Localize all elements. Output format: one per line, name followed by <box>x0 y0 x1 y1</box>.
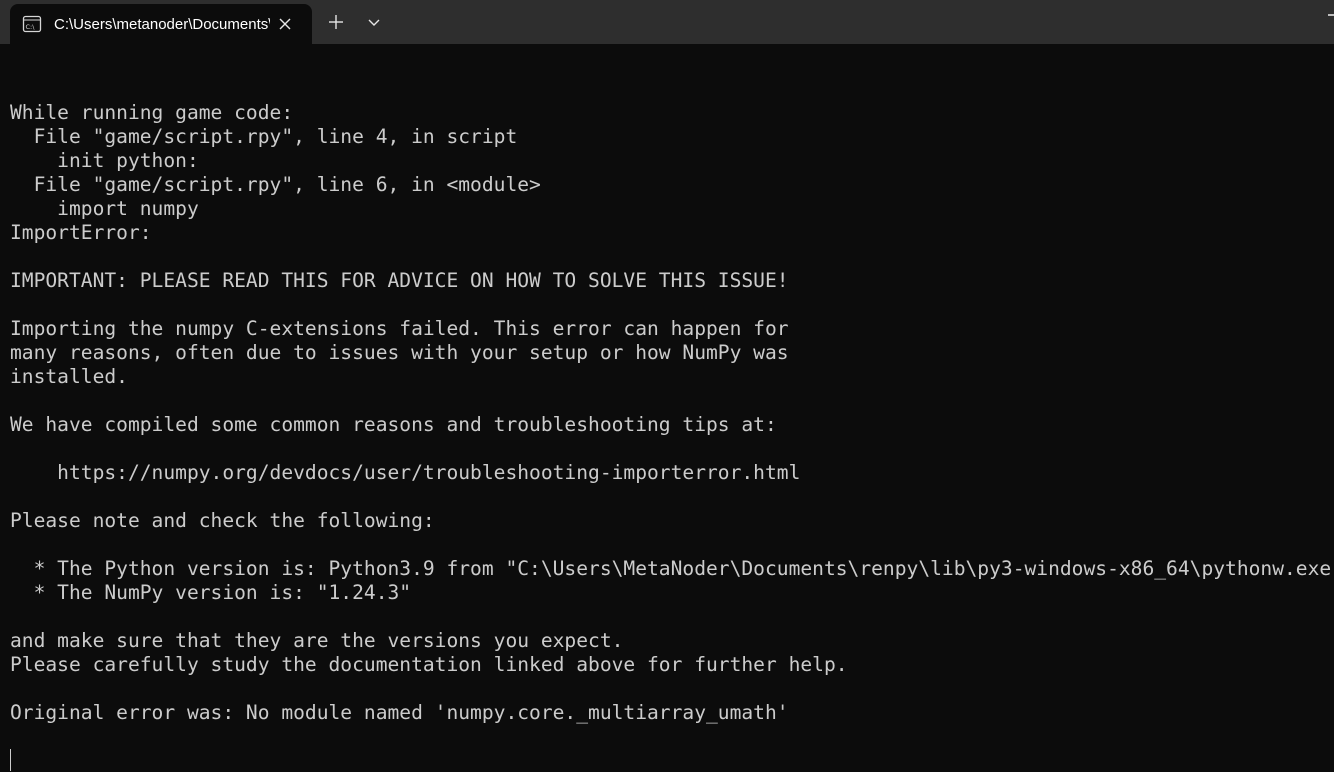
terminal-line: * The Python version is: Python3.9 from … <box>10 557 1334 580</box>
terminal-line: File "game/script.rpy", line 6, in <modu… <box>10 173 541 196</box>
chevron-down-icon[interactable] <box>360 8 388 36</box>
plus-icon[interactable] <box>322 8 350 36</box>
terminal-line: import numpy <box>10 197 199 220</box>
terminal-output-area[interactable]: While running game code: File "game/scri… <box>0 44 1334 772</box>
terminal-line: We have compiled some common reasons and… <box>10 413 777 436</box>
terminal-line: File "game/script.rpy", line 4, in scrip… <box>10 125 518 148</box>
terminal-tab[interactable]: C:\ C:\Users\metanoder\Documents\renpy <box>10 4 312 44</box>
text-cursor <box>10 749 11 771</box>
close-icon[interactable] <box>274 13 296 35</box>
terminal-line: While running game code: <box>10 101 294 124</box>
terminal-line: ImportError: <box>10 221 152 244</box>
svg-text:C:\: C:\ <box>26 23 36 31</box>
terminal-line: many reasons, often due to issues with y… <box>10 341 789 364</box>
terminal-line: and make sure that they are the versions… <box>10 629 624 652</box>
terminal-output: While running game code: File "game/scri… <box>10 101 1334 725</box>
command-prompt-icon: C:\ <box>22 14 42 34</box>
terminal-line: Please carefully study the documentation… <box>10 653 848 676</box>
terminal-line: Original error was: No module named 'num… <box>10 701 789 724</box>
tab-strip: C:\ C:\Users\metanoder\Documents\renpy <box>0 0 1334 44</box>
terminal-line: Please note and check the following: <box>10 509 435 532</box>
terminal-line: https://numpy.org/devdocs/user/troublesh… <box>10 461 801 484</box>
terminal-line: installed. <box>10 365 128 388</box>
terminal-line: * The NumPy version is: "1.24.3" <box>10 581 412 604</box>
terminal-line: IMPORTANT: PLEASE READ THIS FOR ADVICE O… <box>10 269 789 292</box>
window-edge-mark <box>1328 14 1334 16</box>
terminal-line: init python: <box>10 149 199 172</box>
terminal-line: Importing the numpy C-extensions failed.… <box>10 317 789 340</box>
tab-title: C:\Users\metanoder\Documents\renpy <box>54 16 270 33</box>
